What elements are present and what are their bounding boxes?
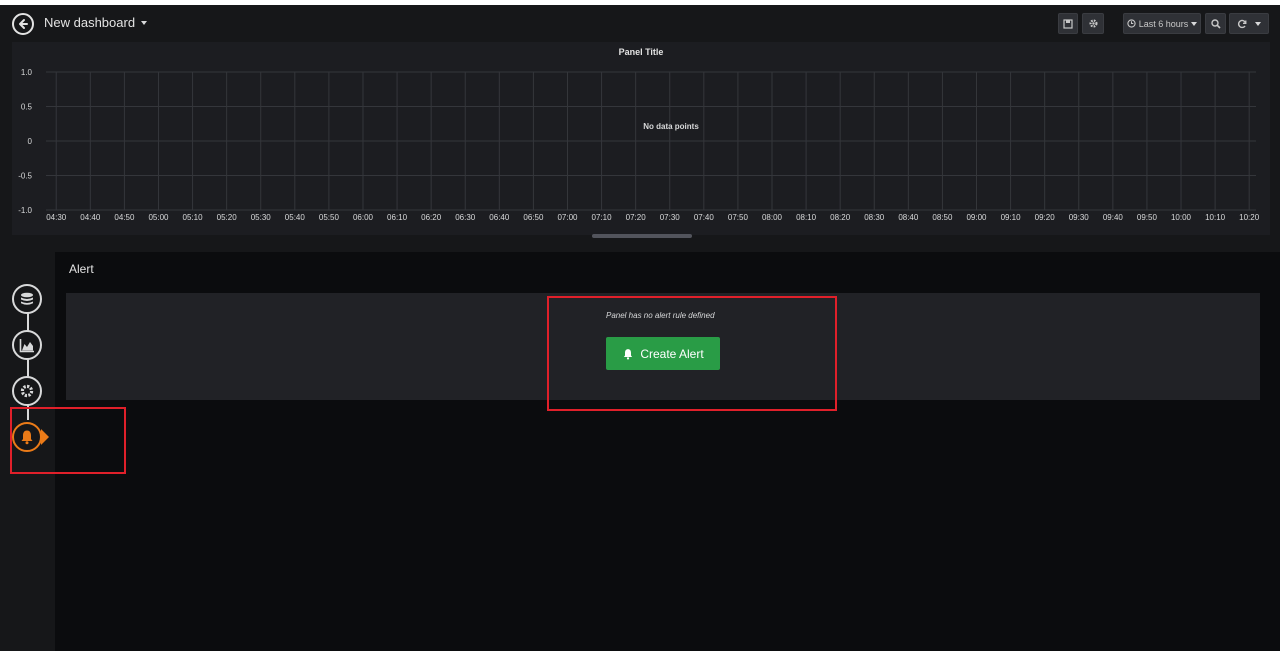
x-tick-label: 06:40 <box>489 213 510 222</box>
x-tick-label: 08:20 <box>830 213 851 222</box>
time-range-picker[interactable]: Last 6 hours <box>1123 13 1201 34</box>
y-tick-label: -1.0 <box>18 206 32 215</box>
x-tick-label: 07:30 <box>660 213 681 222</box>
zoom-out-button[interactable] <box>1205 13 1226 34</box>
x-tick-label: 05:20 <box>217 213 238 222</box>
dashboard-navbar: New dashboard Last 6 hours <box>0 5 1280 41</box>
y-tick-label: -0.5 <box>18 172 32 181</box>
x-tick-label: 05:40 <box>285 213 306 222</box>
y-tick-label: 0 <box>28 137 33 146</box>
x-tick-label: 08:40 <box>898 213 919 222</box>
x-tick-label: 05:10 <box>183 213 204 222</box>
x-tick-label: 09:40 <box>1103 213 1124 222</box>
panel-resize-handle[interactable] <box>592 234 692 238</box>
dashboard-title-dropdown[interactable]: New dashboard <box>44 15 148 30</box>
x-tick-label: 09:50 <box>1137 213 1158 222</box>
arrow-left-icon <box>19 19 28 29</box>
dashboard-title: New dashboard <box>44 15 136 30</box>
gear-icon <box>20 384 34 398</box>
x-tick-label: 06:20 <box>421 213 442 222</box>
graph-panel[interactable]: Panel Title 1.0 0.5 0 -0.5 -1.0 04:30 04:40 04:… <box>12 42 1270 235</box>
x-tick-label: 05:30 <box>251 213 272 222</box>
x-tick-label: 06:50 <box>523 213 544 222</box>
caret-down-icon <box>141 20 148 25</box>
x-tick-label: 09:20 <box>1035 213 1056 222</box>
x-tick-label: 09:00 <box>966 213 987 222</box>
x-tick-label: 07:50 <box>728 213 749 222</box>
search-icon <box>1210 18 1221 29</box>
clock-icon <box>1127 19 1136 28</box>
x-tick-label: 07:00 <box>557 213 578 222</box>
x-tick-label: 08:50 <box>932 213 953 222</box>
highlight-box-alert-tab <box>10 407 126 474</box>
x-tick-label: 07:20 <box>626 213 647 222</box>
dashboard-settings-button[interactable] <box>1082 13 1104 34</box>
save-dashboard-button[interactable] <box>1058 13 1078 34</box>
x-tick-label: 10:10 <box>1205 213 1226 222</box>
x-tick-label: 08:00 <box>762 213 783 222</box>
back-button[interactable] <box>12 13 34 35</box>
x-tick-label: 06:30 <box>455 213 476 222</box>
rail-step-visualization[interactable] <box>12 330 42 360</box>
x-tick-label: 09:10 <box>1001 213 1022 222</box>
x-tick-label: 06:00 <box>353 213 374 222</box>
x-tick-label: 10:00 <box>1171 213 1192 222</box>
caret-down-icon <box>1255 21 1261 26</box>
x-tick-label: 05:50 <box>319 213 340 222</box>
x-tick-label: 07:40 <box>694 213 715 222</box>
caret-down-icon <box>1191 21 1198 26</box>
highlight-box-create-alert <box>547 296 837 411</box>
rail-step-general[interactable] <box>12 376 42 406</box>
time-range-label: Last 6 hours <box>1138 18 1189 29</box>
refresh-button[interactable] <box>1229 13 1269 34</box>
x-tick-label: 04:50 <box>114 213 135 222</box>
y-tick-label: 1.0 <box>21 68 33 77</box>
x-tick-label: 08:30 <box>864 213 885 222</box>
x-tick-label: 04:40 <box>80 213 101 222</box>
refresh-icon <box>1237 19 1247 28</box>
x-tick-label: 05:00 <box>148 213 169 222</box>
no-data-annotation: No data points <box>643 122 699 131</box>
x-tick-label: 10:20 <box>1239 213 1260 222</box>
x-tick-label: 07:10 <box>592 213 613 222</box>
area-chart-icon <box>19 339 34 353</box>
save-icon <box>1063 18 1073 29</box>
y-tick-label: 0.5 <box>21 103 33 112</box>
rail-step-queries[interactable] <box>12 284 42 314</box>
graph-chart: 1.0 0.5 0 -0.5 -1.0 04:30 04:40 04:50 05:00 05:10… <box>18 68 1260 222</box>
x-tick-label: 06:10 <box>387 213 408 222</box>
gear-icon <box>1088 19 1098 28</box>
x-tick-label: 08:10 <box>796 213 817 222</box>
database-icon <box>21 292 33 305</box>
editor-heading: Alert <box>69 262 94 276</box>
x-tick-label: 09:30 <box>1069 213 1090 222</box>
x-tick-label: 04:30 <box>46 213 67 222</box>
